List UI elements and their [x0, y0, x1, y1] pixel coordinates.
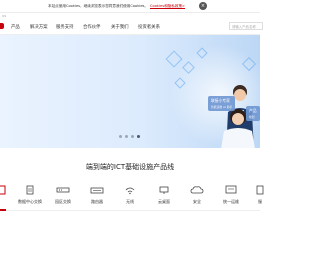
nav-item-products[interactable]: 产品 [11, 24, 20, 30]
category-label: 服 [258, 199, 262, 204]
hero-card2-title: 产品 [249, 108, 257, 113]
search-input[interactable]: 请输入产品名称 [229, 22, 263, 30]
wifi-icon [125, 187, 135, 195]
hero-card-title: 联接小专家 [211, 98, 230, 103]
tabs-divider [0, 210, 260, 211]
category-label: 数据中心交换 [18, 199, 42, 204]
category-label: 云桌面 [158, 199, 170, 204]
cloud-security-icon [190, 186, 204, 194]
nav-item-solutions[interactable]: 解决方案 [30, 24, 48, 30]
close-icon[interactable]: × [199, 2, 207, 10]
nav-item-service-support[interactable]: 服务支持 [56, 24, 74, 30]
category-tab-service[interactable]: 服 [244, 185, 276, 205]
section-title: 端到端的ICT基础设施产品线 [85, 163, 175, 171]
nav-item-investor-relations[interactable]: 投资者关系 [138, 24, 160, 30]
carousel-indicators [119, 135, 140, 138]
active-tab-indicator [0, 209, 6, 211]
category-tab-campus-switch[interactable]: 园区交换 [47, 185, 79, 205]
category-label: 园区交换 [55, 199, 71, 204]
cookie-banner: 本站点使用Cookies，继续浏览表示您同意我们使用Cookies。 Cookie… [0, 0, 260, 13]
router-icon [90, 187, 104, 194]
category-tab-router[interactable]: 路由器 [81, 185, 113, 205]
server-icon [0, 185, 6, 195]
carousel-dot[interactable] [125, 135, 128, 138]
nav-item-about-us[interactable]: 关于我们 [111, 24, 129, 30]
cookie-policy-link[interactable]: Cookies和隐私政策> [150, 4, 185, 8]
category-label: 无线 [126, 199, 134, 204]
hero-card-subtitle: 智能运维 AI 助手 [211, 105, 233, 109]
category-tab-cloud-desktop[interactable]: 云桌面 [148, 185, 180, 205]
carousel-dot-active[interactable] [137, 135, 140, 138]
category-tab-unified-ops[interactable]: 统一运维 [215, 185, 247, 205]
cookie-message: 本站点使用Cookies，继续浏览表示您同意我们使用Cookies。 [48, 4, 149, 8]
carousel-dot[interactable] [119, 135, 122, 138]
hero-card2-subtitle: 规划 [249, 115, 255, 119]
category-tab-wireless[interactable]: 无线 [114, 185, 146, 205]
cookie-text: 本站点使用Cookies，继续浏览表示您同意我们使用Cookies。 Cookie… [48, 4, 185, 9]
hero-info-card-secondary: 产品 规划 [246, 106, 260, 121]
hero-banner[interactable]: 联接小专家 智能运维 AI 助手 产品 规划 [0, 35, 260, 148]
switch-icon [56, 187, 70, 193]
cloud-desktop-icon [159, 186, 169, 194]
nav-item-partners[interactable]: 合作伙伴 [83, 24, 101, 30]
product-category-tabs: 数据中心交换 园区交换 路由器 无线 云桌面 安全 统一运维 服 [0, 185, 264, 207]
category-label: 安全 [193, 199, 201, 204]
category-tab-dc-switch[interactable]: 数据中心交换 [14, 185, 46, 205]
category-tab-security[interactable]: 安全 [181, 185, 213, 205]
datacenter-icon [26, 185, 34, 195]
category-label: 路由器 [91, 199, 103, 204]
main-nav: 产品 解决方案 服务支持 合作伙伴 关于我们 投资者关系 请输入产品名称 [0, 19, 263, 35]
service-icon [256, 185, 264, 195]
hero-info-card: 联接小专家 智能运维 AI 助手 [208, 96, 236, 111]
monitor-icon [225, 185, 237, 194]
category-label: 统一运维 [223, 199, 239, 204]
carousel-dot[interactable] [131, 135, 134, 138]
logo-icon[interactable] [0, 23, 4, 29]
